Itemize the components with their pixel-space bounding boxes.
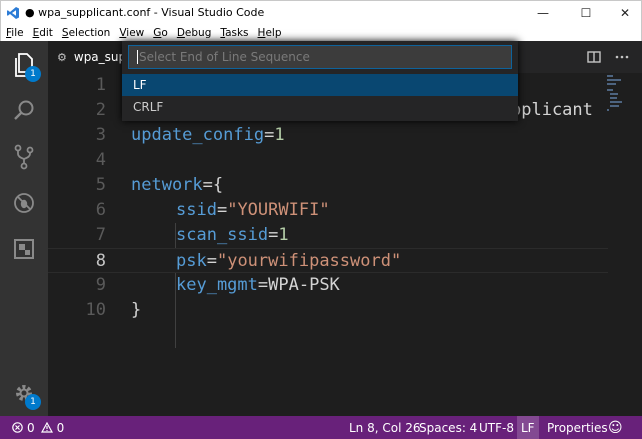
warning-icon (40, 422, 53, 433)
problems-indicator[interactable]: 0 0 (12, 416, 64, 439)
settings-gear-icon[interactable]: 1 (10, 379, 41, 410)
line-number: 6 (95, 200, 106, 220)
menu-tasks[interactable]: Tasks (220, 27, 248, 39)
menu-bar: File Edit Selection View Go Debug Tasks … (0, 24, 642, 41)
error-count: 0 (27, 420, 35, 435)
line-number: 1 (95, 75, 106, 95)
cursor-position[interactable]: Ln 8, Col 26 (349, 416, 421, 439)
menu-edit[interactable]: Edit (33, 27, 53, 39)
minimap-line (607, 79, 621, 81)
code-line-5: 5 network={ (48, 173, 608, 198)
split-editor-icon[interactable] (584, 47, 604, 67)
line-number: 4 (95, 150, 106, 170)
tab-wpa-supplicant[interactable]: ⚙ wpa_supp (48, 41, 130, 73)
error-icon (12, 422, 23, 433)
source-control-icon[interactable] (10, 143, 38, 171)
minimap-line (610, 93, 618, 95)
line-number: 2 (95, 100, 106, 120)
activity-bar: 1 1 (0, 41, 48, 416)
minimap-line (610, 105, 619, 107)
minimap-line (610, 101, 622, 103)
eol-search-placeholder: Select End of Line Sequence (139, 50, 310, 64)
menu-debug[interactable]: Debug (177, 27, 212, 39)
line-10-text: } (131, 300, 142, 320)
line-5-text: network={ (131, 175, 224, 195)
code-editor[interactable]: 1 2 pplicant 3 update_config=1 4 5 netwo… (48, 73, 642, 416)
indentation-setting[interactable]: Spaces: 4 (419, 416, 477, 439)
status-bar: 0 0 Ln 8, Col 26 Spaces: 4 UTF-8 LF Prop… (0, 416, 642, 439)
vscode-logo-icon (7, 7, 19, 19)
line-number: 5 (95, 175, 106, 195)
line-9-text: key_mgmt=WPA-PSK (176, 275, 340, 295)
window-title: ● wpa_supplicant.conf - Visual Studio Co… (25, 6, 265, 19)
menu-file[interactable]: File (6, 27, 24, 39)
line-8-text: psk="yourwifipassword" (176, 251, 402, 271)
line-number: 9 (95, 275, 106, 295)
search-icon[interactable] (10, 97, 38, 125)
language-mode[interactable]: Properties (547, 416, 608, 439)
eol-search-input[interactable]: Select End of Line Sequence (128, 45, 512, 69)
minimize-button[interactable]: — (526, 1, 560, 25)
debug-icon[interactable] (10, 189, 38, 217)
settings-badge: 1 (25, 394, 41, 410)
menu-view[interactable]: View (119, 27, 144, 39)
minimap-line (607, 109, 609, 111)
explorer-badge: 1 (25, 66, 41, 82)
code-line-8: 8 psk="yourwifipassword" (48, 248, 608, 273)
more-actions-icon[interactable] (612, 47, 632, 67)
line-3-text: update_config=1 (131, 125, 285, 145)
quick-pick-widget: Select End of Line Sequence LF CRLF (122, 41, 518, 121)
minimap-line (610, 97, 617, 99)
menu-help[interactable]: Help (258, 27, 282, 39)
minimap-line (607, 83, 616, 85)
line-number: 10 (85, 300, 106, 320)
line-6-text: ssid="YOURWIFI" (176, 200, 330, 220)
menu-selection[interactable]: Selection (62, 27, 110, 39)
line-2-text: pplicant (511, 100, 593, 120)
eol-option-lf[interactable]: LF (122, 74, 518, 96)
menu-go[interactable]: Go (153, 27, 168, 39)
line-number: 8 (95, 251, 106, 271)
warning-count: 0 (56, 420, 65, 435)
line-number: 7 (95, 225, 106, 245)
code-line-6: 6 ssid="YOURWIFI" (48, 198, 608, 223)
minimap[interactable] (607, 73, 642, 416)
title-bar: ● wpa_supplicant.conf - Visual Studio Co… (0, 0, 642, 24)
minimap-line (607, 89, 613, 91)
eol-setting[interactable]: LF (517, 416, 539, 439)
line-7-text: scan_ssid=1 (176, 225, 289, 245)
code-line-10: 10 } (48, 298, 608, 323)
code-line-9: 9 key_mgmt=WPA-PSK (48, 273, 608, 298)
file-gear-icon: ⚙ (57, 50, 67, 64)
line-number: 3 (95, 125, 106, 145)
close-button[interactable]: ✕ (608, 1, 642, 25)
minimap-line (607, 75, 613, 77)
text-caret (137, 50, 138, 64)
explorer-icon[interactable]: 1 (10, 51, 41, 82)
feedback-smiley-icon[interactable]: ☺ (608, 416, 623, 439)
code-line-4: 4 (48, 148, 608, 173)
maximize-button[interactable]: ☐ (569, 1, 603, 25)
code-line-3: 3 update_config=1 (48, 123, 608, 148)
extensions-icon[interactable] (10, 235, 38, 263)
code-line-7: 7 scan_ssid=1 (48, 223, 608, 248)
encoding-setting[interactable]: UTF-8 (479, 416, 514, 439)
eol-option-crlf[interactable]: CRLF (122, 96, 518, 118)
